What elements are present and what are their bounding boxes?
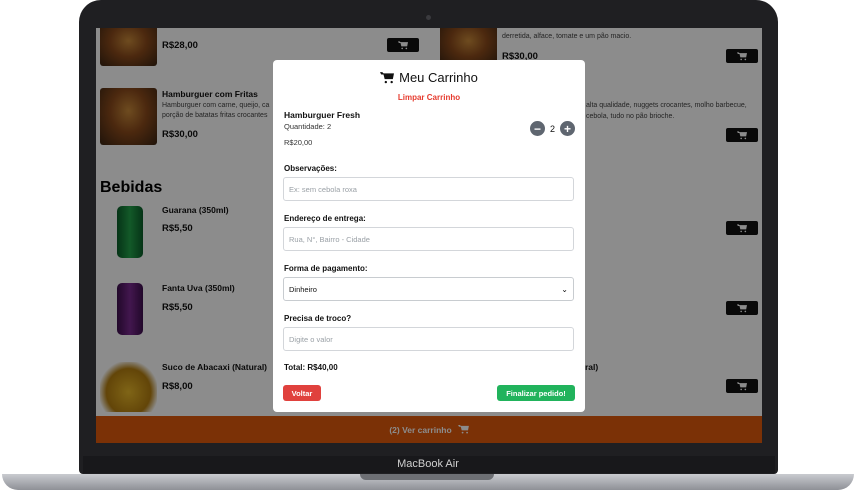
payment-select[interactable]: Dinheiro ⌄ [283,277,574,301]
base-notch [360,474,494,480]
finish-order-button[interactable]: Finalizar pedido! [497,385,575,401]
cart-total: Total: R$40,00 [284,363,338,372]
cart-item-price: R$20,00 [284,138,313,147]
notes-input[interactable] [283,177,574,201]
screen: R$28,00 derretida, alface, tomate e um p… [96,28,762,443]
modal-title-text: Meu Carrinho [399,70,478,85]
quantity-value: 2 [550,123,556,134]
chevron-down-icon: ⌄ [561,284,568,294]
notes-label: Observações: [284,164,337,173]
quantity-stepper: − 2 + [530,121,576,136]
payment-label: Forma de pagamento: [284,264,368,273]
brand-label: MacBook Air [397,458,459,470]
change-label: Precisa de troco? [284,314,352,323]
modal-title: Meu Carrinho [273,70,585,85]
address-label: Endereço de entrega: [284,214,366,223]
clear-cart-link[interactable]: Limpar Carrinho [273,93,585,102]
cart-item-name: Hamburguer Fresh [284,110,361,120]
back-button[interactable]: Voltar [283,385,321,401]
cart-modal: Meu Carrinho Limpar Carrinho Hamburguer … [273,60,585,412]
change-input[interactable] [283,327,574,351]
cart-item-quantity: Quantidade: 2 [284,122,332,131]
payment-selected-value: Dinheiro [289,284,317,294]
decrease-quantity-button[interactable]: − [530,121,545,136]
camera-dot [426,15,431,20]
cart-icon [380,71,395,83]
increase-quantity-button[interactable]: + [560,121,576,136]
address-input[interactable] [283,227,574,251]
